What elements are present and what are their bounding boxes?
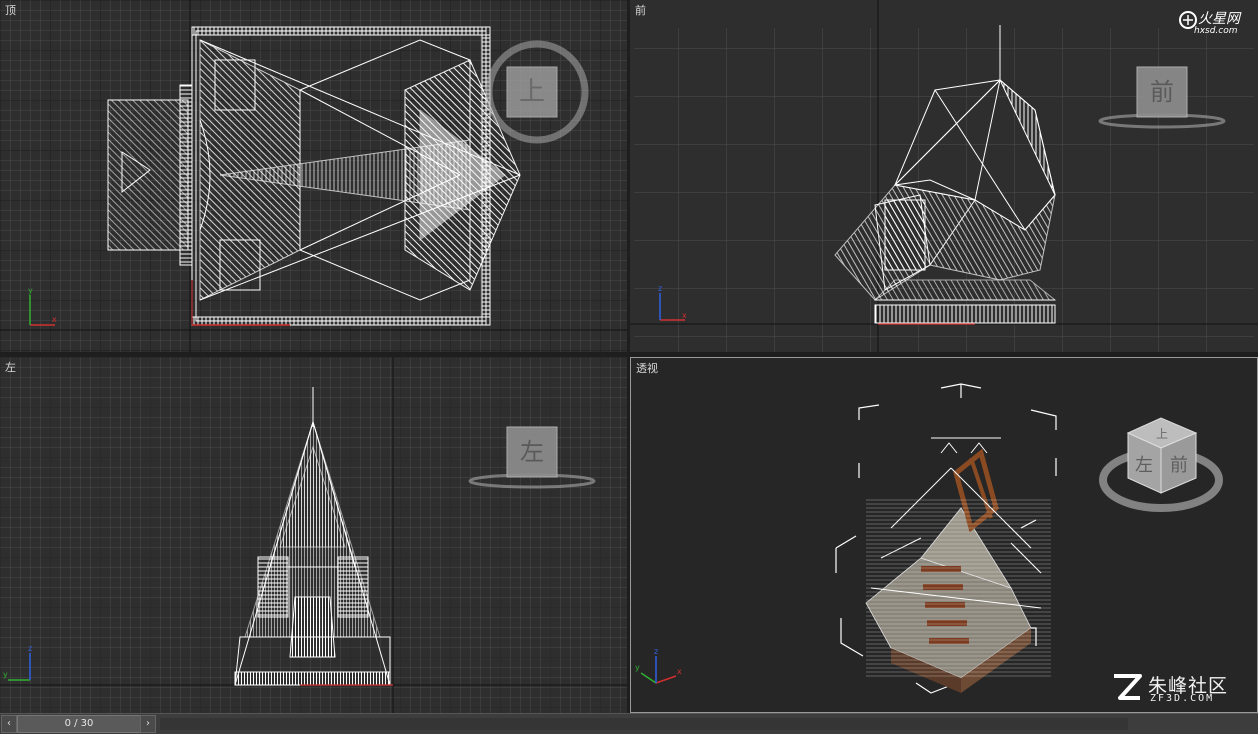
svg-text:左: 左 [520,438,544,466]
svg-text:z: z [28,644,32,653]
viewport-divider-vertical[interactable] [627,0,630,713]
time-track[interactable] [160,718,1128,730]
svg-text:前: 前 [1170,455,1188,476]
viewport-label-perspective[interactable]: 透视 [636,360,658,376]
time-slider[interactable]: 0 / 30 [17,715,141,733]
svg-text:z: z [658,284,662,293]
hxsd-en: hxsd.com [1194,26,1238,36]
viewport-left[interactable]: z y 左 左 [0,357,627,713]
svg-text:y: y [28,286,33,295]
zf3d-watermark: 朱峰社区 ZF3D.COM [1110,672,1245,706]
zf3d-logo-icon [1114,674,1142,700]
viewport-front[interactable]: z x 前 前 火星网 hxsd.com [630,0,1258,352]
chevron-right-icon: › [146,718,150,729]
persp-axis-gizmo: z x y [635,647,682,684]
top-view-canvas[interactable]: y x 上 [0,0,627,352]
svg-text:x: x [682,311,687,320]
svg-text:y: y [635,663,640,672]
viewport-top[interactable]: y x 上 顶 [0,0,627,352]
svg-text:z: z [654,647,658,656]
svg-text:前: 前 [1150,78,1174,106]
next-frame-button[interactable]: › [140,715,156,733]
perspective-view-canvas[interactable]: z x y 左 前 上 [631,358,1257,712]
svg-text:x: x [52,315,57,324]
chevron-left-icon: ‹ [7,718,11,729]
svg-text:y: y [3,670,8,679]
left-view-canvas[interactable]: z y 左 [0,357,627,713]
viewport-label-top[interactable]: 顶 [5,2,16,18]
front-view-canvas[interactable]: z x 前 [630,0,1258,352]
viewport-label-front[interactable]: 前 [635,2,646,18]
zf3d-en: ZF3D.COM [1150,693,1215,704]
svg-text:左: 左 [1135,455,1153,476]
perspective-model [865,437,1051,693]
hxsd-cn: 火星网 [1198,11,1240,27]
viewport-perspective[interactable]: z x y 左 前 上 透视 朱峰社区 ZF3D.COM [630,357,1258,713]
viewport-label-left[interactable]: 左 [5,359,16,375]
hxsd-watermark: 火星网 hxsd.com [1178,8,1248,40]
time-slider-bar: ‹ 0 / 30 › [0,713,1258,734]
view-cube-perspective[interactable]: 左 前 上 [1099,417,1223,512]
prev-frame-button[interactable]: ‹ [1,715,17,733]
svg-text:上: 上 [1156,427,1168,441]
svg-text:上: 上 [519,77,545,107]
svg-text:x: x [677,667,682,676]
